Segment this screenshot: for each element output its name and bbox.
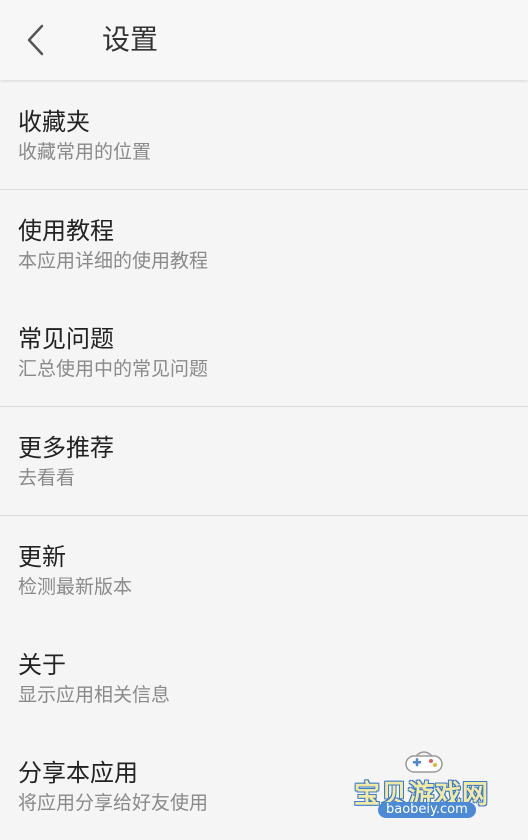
settings-item-subtitle: 收藏常用的位置 — [18, 141, 152, 163]
settings-item-title: 关于 — [18, 651, 66, 679]
settings-list: 收藏夹 收藏常用的位置 使用教程 本应用详细的使用教程 常见问题 汇总使用中的常… — [0, 81, 528, 840]
site-watermark: 宝贝游戏网 baobeiy.com — [350, 748, 500, 820]
back-button[interactable] — [14, 18, 58, 62]
settings-item-subtitle: 检测最新版本 — [18, 576, 133, 598]
settings-item-title: 更多推荐 — [18, 434, 114, 462]
settings-item-title: 分享本应用 — [18, 759, 138, 787]
settings-item-about[interactable]: 关于 显示应用相关信息 — [0, 624, 528, 732]
settings-item-subtitle: 去看看 — [18, 467, 76, 489]
settings-item-title: 常见问题 — [18, 325, 114, 353]
settings-item-subtitle: 将应用分享给好友使用 — [18, 792, 209, 814]
settings-item-more-recommendations[interactable]: 更多推荐 去看看 — [0, 407, 528, 515]
page-title: 设置 — [102, 23, 159, 56]
chevron-left-icon — [27, 24, 44, 56]
settings-item-subtitle: 显示应用相关信息 — [18, 684, 171, 706]
settings-item-title: 更新 — [18, 543, 66, 571]
watermark-url: baobeiy.com — [378, 802, 476, 818]
settings-item-update[interactable]: 更新 检测最新版本 — [0, 516, 528, 624]
settings-item-faq[interactable]: 常见问题 汇总使用中的常见问题 — [0, 298, 528, 406]
settings-item-title: 收藏夹 — [18, 108, 90, 136]
gamepad-icon — [405, 751, 443, 773]
settings-item-subtitle: 本应用详细的使用教程 — [18, 250, 209, 272]
settings-item-title: 使用教程 — [18, 217, 114, 245]
settings-item-favorites[interactable]: 收藏夹 收藏常用的位置 — [0, 81, 528, 189]
app-bar: 设置 — [0, 0, 528, 80]
settings-item-tutorial[interactable]: 使用教程 本应用详细的使用教程 — [0, 190, 528, 298]
settings-item-subtitle: 汇总使用中的常见问题 — [18, 358, 209, 380]
